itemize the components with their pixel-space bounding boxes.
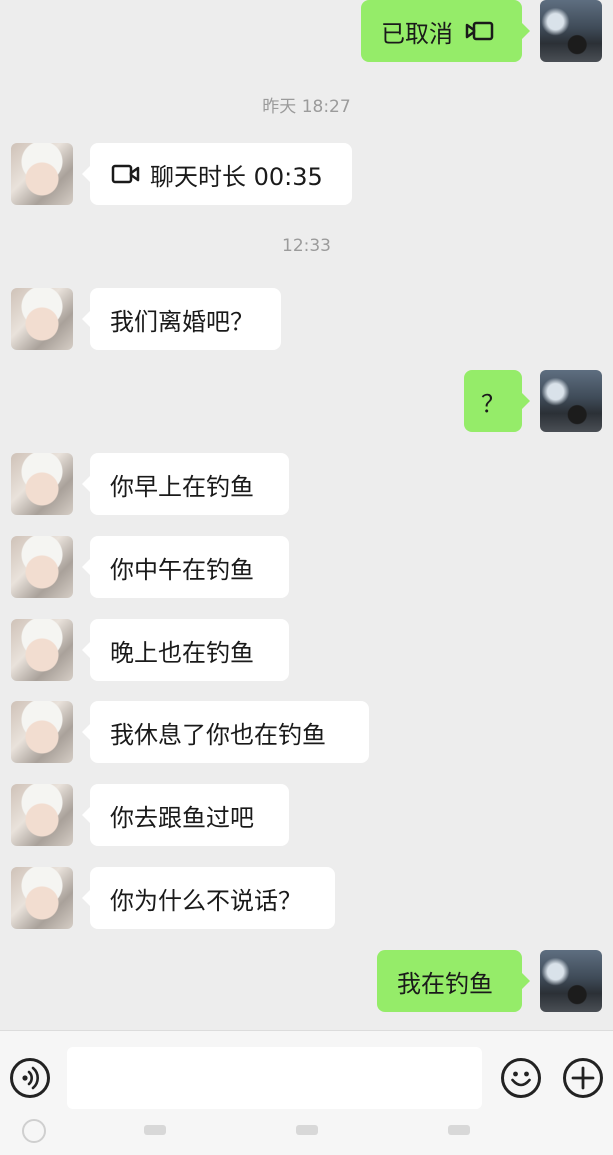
contact-avatar[interactable] (11, 867, 73, 929)
message-text: 已取消 (381, 19, 453, 48)
message-bubble[interactable]: 你去跟鱼过吧 (82, 784, 289, 846)
add-more-icon[interactable] (563, 1058, 603, 1098)
my-avatar[interactable] (540, 950, 602, 1012)
video-call-icon (111, 164, 140, 184)
message-text: 你早上在钓鱼 (110, 472, 254, 501)
message-bubble[interactable]: 你早上在钓鱼 (82, 453, 289, 515)
message-text: 晚上也在钓鱼 (110, 638, 254, 667)
input-bar (0, 1030, 613, 1155)
timestamp: 12:33 (282, 236, 331, 256)
contact-avatar[interactable] (11, 288, 73, 350)
message-bubble[interactable]: 晚上也在钓鱼 (82, 619, 289, 681)
message-text: 我休息了你也在钓鱼 (110, 720, 326, 749)
nav-home-hint[interactable] (22, 1119, 46, 1143)
my-avatar[interactable] (540, 0, 602, 62)
message-bubble[interactable]: 我在钓鱼 (377, 950, 530, 1012)
contact-avatar[interactable] (11, 143, 73, 205)
nav-back-hint[interactable] (448, 1125, 470, 1135)
call-duration-bubble[interactable]: 聊天时长 00:35 (82, 143, 352, 205)
contact-avatar[interactable] (11, 619, 73, 681)
message-text: 你为什么不说话？ (110, 886, 302, 915)
contact-avatar[interactable] (11, 453, 73, 515)
message-bubble[interactable]: 我休息了你也在钓鱼 (82, 701, 369, 763)
message-text: 你中午在钓鱼 (110, 555, 254, 584)
message-bubble[interactable]: 你为什么不说话？ (82, 867, 335, 929)
message-input[interactable] (67, 1047, 482, 1109)
emoji-icon[interactable] (501, 1058, 541, 1098)
message-text: 聊天时长 00:35 (150, 162, 323, 191)
chat-messages: 已取消 昨天 18:27 聊天时长 00:35 12:33 我们离婚吧？ ？ 你… (0, 0, 613, 1030)
message-text: 我们离婚吧？ (110, 307, 254, 336)
contact-avatar[interactable] (11, 536, 73, 598)
call-cancelled-bubble[interactable]: 已取消 (361, 0, 530, 62)
message-bubble[interactable]: 我们离婚吧？ (82, 288, 281, 350)
nav-hint (144, 1125, 166, 1135)
voice-input-icon[interactable] (10, 1058, 50, 1098)
message-text: ？ (481, 389, 505, 418)
contact-avatar[interactable] (11, 784, 73, 846)
message-text: 我在钓鱼 (397, 969, 493, 998)
message-text: 你去跟鱼过吧 (110, 803, 254, 832)
my-avatar[interactable] (540, 370, 602, 432)
message-bubble[interactable]: 你中午在钓鱼 (82, 536, 289, 598)
video-call-icon (465, 21, 494, 41)
nav-hint (296, 1125, 318, 1135)
message-bubble[interactable]: ？ (464, 370, 530, 432)
contact-avatar[interactable] (11, 701, 73, 763)
timestamp: 昨天 18:27 (262, 97, 351, 117)
